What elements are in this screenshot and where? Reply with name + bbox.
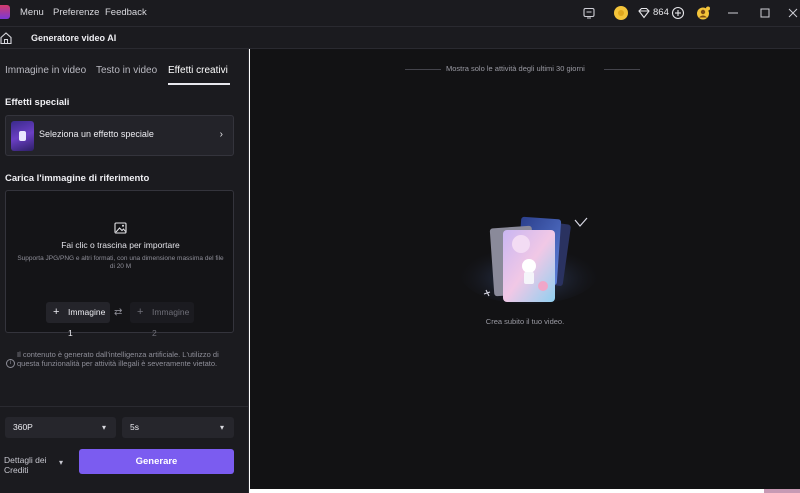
- chevron-down-icon[interactable]: ▾: [59, 458, 63, 467]
- tab-creative-effects[interactable]: Effetti creativi: [168, 65, 228, 76]
- close-button[interactable]: [776, 0, 800, 26]
- select-effect-label: Seleziona un effetto speciale: [39, 129, 154, 139]
- chevron-right-icon: ›: [219, 129, 223, 140]
- image-upload-icon: [114, 222, 127, 234]
- menu-item-feedback[interactable]: Feedback: [105, 0, 147, 26]
- credit-details-toggle[interactable]: Dettagli dei Crediti: [4, 455, 54, 475]
- image-1-button[interactable]: + Immagine 1: [46, 302, 110, 338]
- empty-state-message: Crea subito il tuo video.: [485, 317, 565, 326]
- settings-panel: Immagine in video Testo in video Effetti…: [0, 49, 249, 493]
- upload-section-title: Carica l'immagine di riferimento: [5, 173, 150, 184]
- history-filter-label[interactable]: Mostra solo le attività degli ultimi 30 …: [446, 64, 585, 73]
- select-effect-button[interactable]: Seleziona un effetto speciale ›: [5, 115, 234, 156]
- title-bar: Menu Preferenze Feedback 864: [0, 0, 800, 26]
- chat-icon[interactable]: [582, 6, 596, 20]
- history-panel: Mostra solo le attività degli ultimi 30 …: [250, 49, 800, 493]
- divider: [604, 69, 640, 70]
- avatar-icon[interactable]: [696, 6, 710, 20]
- diamond-icon: [638, 7, 650, 19]
- duration-value: 5s: [130, 422, 139, 432]
- swap-icon[interactable]: ⇄: [114, 307, 122, 318]
- app-logo-icon: [0, 5, 10, 19]
- active-tab-indicator: [168, 83, 230, 85]
- chevron-down-icon: ▾: [101, 423, 106, 432]
- effect-thumbnail-icon: [11, 121, 34, 151]
- info-icon: i: [6, 359, 15, 368]
- tool-bar: Generatore video AI: [0, 26, 800, 49]
- menu-item-preferences[interactable]: Preferenze: [53, 0, 99, 26]
- upload-title: Fai clic o trascina per importare: [61, 240, 180, 250]
- page-title: Generatore video AI: [31, 33, 117, 43]
- generate-button[interactable]: Generare: [79, 449, 234, 474]
- mode-tabs: Immagine in video Testo in video Effetti…: [0, 49, 249, 87]
- effects-section-title: Effetti speciali: [5, 97, 70, 108]
- tab-image-to-video[interactable]: Immagine in video: [5, 65, 86, 76]
- empty-video-illustration: [459, 216, 599, 304]
- duration-select[interactable]: 5s ▾: [122, 417, 234, 438]
- resolution-value: 360P: [13, 422, 33, 432]
- minimize-button[interactable]: [716, 0, 750, 26]
- divider: [0, 406, 249, 407]
- image-2-label: Immagine 2: [152, 307, 190, 338]
- add-credits-icon[interactable]: [671, 6, 685, 20]
- close-icon: [788, 8, 798, 18]
- upload-description: Supporta JPG/PNG e altri formati, con un…: [17, 255, 224, 270]
- coin-icon[interactable]: [614, 6, 628, 20]
- window-edge-accent: [764, 489, 800, 493]
- image-2-button[interactable]: + Immagine 2: [130, 302, 194, 338]
- image-1-label: Immagine 1: [68, 307, 106, 338]
- resolution-select[interactable]: 360P ▾: [5, 417, 116, 438]
- credit-count: 864: [653, 7, 669, 18]
- chevron-down-icon: ▾: [219, 423, 224, 432]
- menu-item-menu[interactable]: Menu: [20, 0, 44, 26]
- minimize-icon: [728, 12, 738, 14]
- upload-dropzone[interactable]: Fai clic o trascina per importare Suppor…: [5, 190, 234, 338]
- tab-text-to-video[interactable]: Testo in video: [96, 65, 157, 76]
- ai-disclaimer: Il contenuto è generato dall'intelligenz…: [17, 350, 219, 368]
- plus-icon: +: [137, 306, 144, 318]
- window-edge: [250, 489, 800, 493]
- home-icon[interactable]: [0, 31, 12, 45]
- plus-icon: +: [53, 306, 60, 318]
- divider: [405, 69, 441, 70]
- maximize-icon: [760, 8, 770, 18]
